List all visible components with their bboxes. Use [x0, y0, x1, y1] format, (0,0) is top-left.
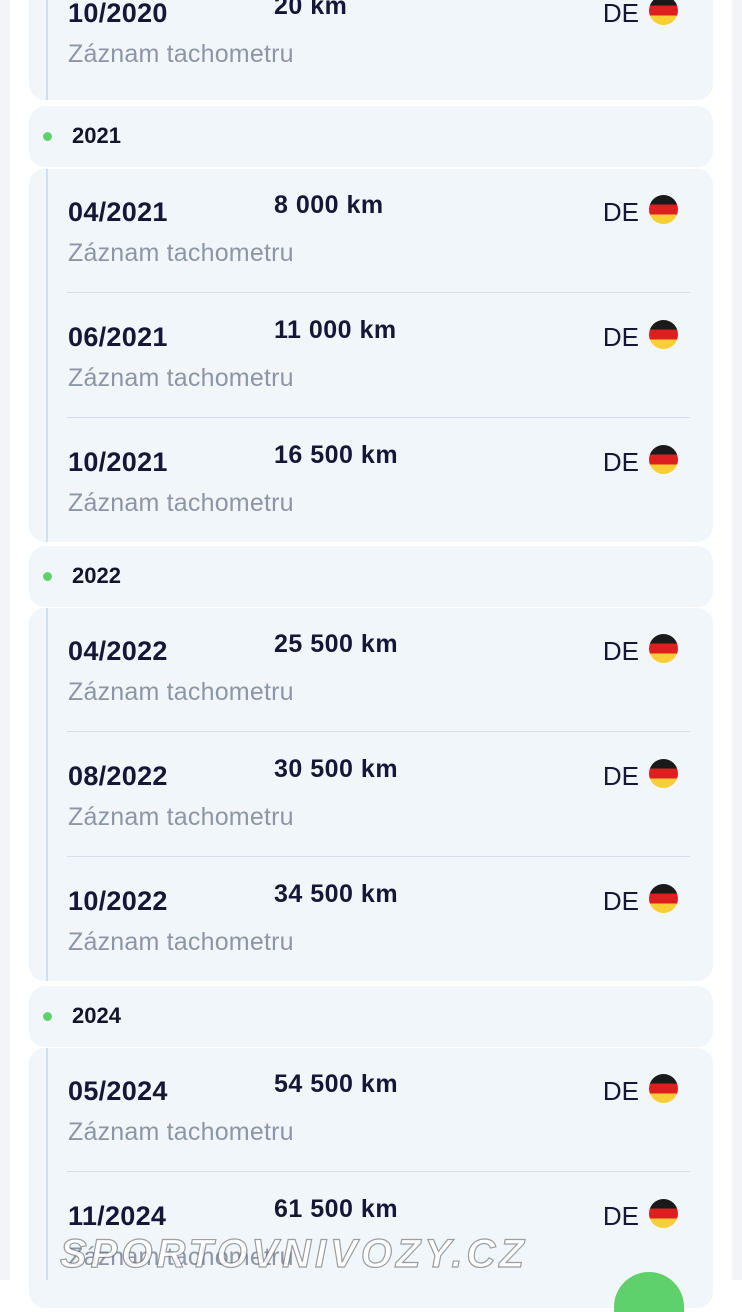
odometer-entry[interactable]: 05/2024 54 500 km DE Záznam tachometru: [29, 1048, 713, 1173]
divider: [67, 292, 690, 293]
timeline-line: [46, 608, 48, 981]
odometer-entry[interactable]: 08/2022 30 500 km DE Záznam tachometru: [29, 733, 713, 858]
timeline-dot: [43, 572, 52, 581]
entry-date: 04/2022: [68, 636, 168, 666]
odometer-entry[interactable]: 10/2022 34 500 km DE Záznam tachometru: [29, 858, 713, 983]
entries-card-2021: 04/2021 8 000 km DE Záznam tachometru 06…: [29, 169, 713, 542]
entry-mileage: 11 000 km: [274, 316, 397, 344]
divider: [67, 731, 690, 732]
right-edge: [732, 0, 742, 1280]
entry-date: 10/2020: [68, 0, 168, 28]
entry-subtitle: Záznam tachometru: [68, 239, 294, 267]
entry-mileage: 34 500 km: [274, 880, 399, 908]
entry-subtitle: Záznam tachometru: [68, 928, 294, 956]
entry-country: DE: [602, 761, 639, 791]
entry-date: 06/2021: [68, 322, 168, 352]
odometer-entry[interactable]: 04/2021 8 000 km DE Záznam tachometru: [29, 169, 713, 294]
entry-subtitle: Záznam tachometru: [68, 364, 294, 392]
entry-country: DE: [602, 322, 639, 352]
entry-subtitle: Záznam tachometru: [68, 1118, 294, 1146]
entry-country: DE: [602, 886, 639, 916]
entry-mileage: 8 000 km: [274, 191, 384, 219]
entry-mileage: 61 500 km: [274, 1195, 399, 1223]
odometer-entry[interactable]: 10/2020 20 km DE Záznam tachometru: [29, 0, 713, 95]
germany-flag-icon: [649, 320, 678, 349]
entries-card-2022: 04/2022 25 500 km DE Záznam tachometru 0…: [29, 608, 713, 981]
entry-date: 08/2022: [68, 761, 168, 791]
entry-date: 05/2024: [68, 1076, 168, 1106]
germany-flag-icon: [649, 1074, 678, 1103]
year-label: 2021: [72, 123, 121, 148]
left-edge: [0, 0, 10, 1280]
entry-mileage: 25 500 km: [274, 630, 399, 658]
divider: [67, 417, 690, 418]
divider: [67, 856, 690, 857]
germany-flag-icon: [649, 634, 678, 663]
year-label: 2024: [72, 1003, 121, 1028]
year-header-2024: 2024: [29, 986, 713, 1047]
entry-country: DE: [602, 1076, 639, 1106]
odometer-entry[interactable]: 10/2021 16 500 km DE Záznam tachometru: [29, 419, 713, 544]
timeline-line: [46, 169, 48, 542]
entry-country: DE: [602, 197, 639, 227]
germany-flag-icon: [649, 195, 678, 224]
entry-country: DE: [602, 1201, 639, 1231]
entry-date: 10/2022: [68, 886, 168, 916]
odometer-entry[interactable]: 06/2021 11 000 km DE Záznam tachometru: [29, 294, 713, 419]
entry-country: DE: [602, 0, 639, 28]
divider: [67, 1171, 690, 1172]
entry-date: 10/2021: [68, 447, 168, 477]
year-label: 2022: [72, 563, 121, 588]
germany-flag-icon: [649, 0, 678, 25]
timeline-line: [46, 0, 48, 100]
entry-date: 04/2021: [68, 197, 168, 227]
entry-subtitle: Záznam tachometru: [68, 803, 294, 831]
germany-flag-icon: [649, 884, 678, 913]
entry-mileage: 30 500 km: [274, 755, 399, 783]
watermark: SPORTOVNIVOZY.CZ: [59, 1231, 528, 1276]
germany-flag-icon: [649, 759, 678, 788]
timeline-dot: [43, 132, 52, 141]
entry-mileage: 54 500 km: [274, 1070, 399, 1098]
germany-flag-icon: [649, 1199, 678, 1228]
entry-country: DE: [602, 447, 639, 477]
year-header-2022: 2022: [29, 546, 713, 607]
timeline-line: [46, 1048, 48, 1280]
entries-card-2020: 10/2020 20 km DE Záznam tachometru: [29, 0, 713, 100]
entry-subtitle: Záznam tachometru: [68, 678, 294, 706]
entry-date: 11/2024: [68, 1201, 167, 1231]
entry-subtitle: Záznam tachometru: [68, 489, 294, 517]
odometer-entry[interactable]: 04/2022 25 500 km DE Záznam tachometru: [29, 608, 713, 733]
timeline-dot: [43, 1012, 52, 1021]
year-header-2021: 2021: [29, 106, 713, 167]
entry-mileage: 20 km: [274, 0, 348, 20]
entry-subtitle: Záznam tachometru: [68, 40, 294, 68]
entry-country: DE: [602, 636, 639, 666]
entry-mileage: 16 500 km: [274, 441, 399, 469]
germany-flag-icon: [649, 445, 678, 474]
